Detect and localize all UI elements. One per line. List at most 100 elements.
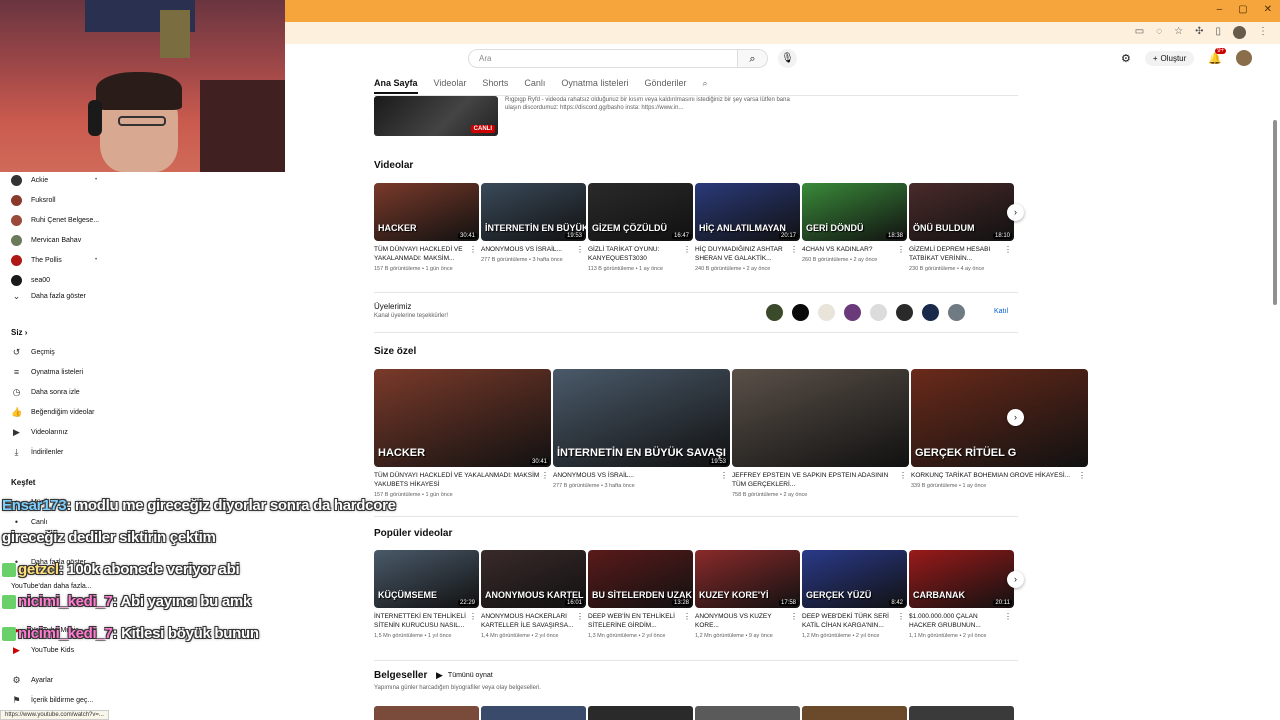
video-card[interactable]: BU SİTELERDEN UZAK DURUN13:28 DEEP WEB'İN…	[588, 550, 693, 639]
video-thumbnail[interactable]: KÜÇÜMSEME 22:29	[374, 550, 479, 608]
video-title[interactable]: TÜM DÜNYAYI HACKLEDİ VE YAKALANMADI: MAK…	[374, 471, 551, 489]
more-options-icon[interactable]: ⋮	[720, 471, 728, 480]
more-options-icon[interactable]: ⋮	[541, 471, 549, 480]
create-button[interactable]: + Oluştur	[1144, 50, 1195, 66]
tab-2[interactable]: Videolar	[434, 78, 467, 94]
search-button[interactable]: ⌕	[738, 49, 768, 68]
video-thumbnail[interactable]: İNTERNETİN EN BÜYÜK 19:53	[481, 183, 586, 241]
avatar[interactable]	[1236, 50, 1252, 66]
video-thumbnail[interactable]: HACKER 30:41	[374, 369, 551, 467]
more-options-icon[interactable]: ⋮	[790, 612, 798, 621]
section-title-videos[interactable]: Videolar	[374, 160, 413, 171]
video-card[interactable]: HACKER 30:41 TÜM DÜNYAYI HACKLEDİ VE YAKAL…	[374, 183, 479, 272]
video-title[interactable]: ANONYMOUS VS İSRAİL...	[481, 245, 586, 254]
sidebar-item-your-videos[interactable]: ▶ Videolarınız	[11, 427, 68, 438]
section-title-popular[interactable]: Popüler videolar	[374, 528, 452, 539]
video-thumbnail[interactable]	[481, 706, 586, 720]
sidebar-item-channel[interactable]: sea00	[11, 275, 50, 286]
more-options-icon[interactable]: ⋮	[469, 245, 477, 254]
video-title[interactable]: TÜM DÜNYAYI HACKLEDİ VE YAKALANMADI: MAK…	[374, 245, 479, 263]
video-thumbnail[interactable]: İNTERNETİN EN BÜYÜK SAVAŞI 19:53	[553, 369, 730, 467]
sidepanel-icon[interactable]: ▯	[1215, 26, 1221, 39]
videos-next-button[interactable]: ›	[1007, 204, 1024, 221]
video-title[interactable]: JEFFREY EPSTEIN VE SAPKIN EPSTEIN ADASIN…	[732, 471, 909, 489]
more-options-icon[interactable]: ⋮	[899, 471, 907, 480]
sidebar-item-channel[interactable]: Fuksroll	[11, 195, 56, 206]
sidebar-section-you[interactable]: Siz ›	[11, 328, 27, 337]
video-card[interactable]: HACKER 30:41 TÜM DÜNYAYI HACKLEDİ VE YAKAL…	[374, 369, 551, 498]
video-thumbnail[interactable]: BU SİTELERDEN UZAK DURUN13:28	[588, 550, 693, 608]
more-options-icon[interactable]: ⋮	[897, 245, 905, 254]
video-card[interactable]: ÖNÜ BULDUM 18:10 GİZEMLİ DEPREM HESABI TAT…	[909, 183, 1014, 272]
more-options-icon[interactable]: ⋮	[683, 245, 691, 254]
video-thumbnail[interactable]: KUZEY KORE'Yİ 17:58	[695, 550, 800, 608]
minimize-icon[interactable]: –	[1217, 4, 1223, 15]
search-input[interactable]: Ara	[468, 49, 738, 68]
video-title[interactable]: GİZLİ TARİKAT OYUNU: KANYEQUEST3030	[588, 245, 693, 263]
video-thumbnail[interactable]	[695, 706, 800, 720]
video-card[interactable]: KÜÇÜMSEME 22:29 İNTERNETTEKİ EN TEHLİKELİ …	[374, 550, 479, 639]
more-options-icon[interactable]: ⋮	[790, 245, 798, 254]
more-options-icon[interactable]: ⋮	[683, 612, 691, 621]
tab-5[interactable]: Oynatma listeleri	[561, 78, 628, 94]
star-icon[interactable]: ☆	[1174, 26, 1183, 39]
more-options-icon[interactable]: ⋮	[1004, 245, 1012, 254]
sidebar-item-youtube-app[interactable]: ▶ YouTube Kids	[11, 645, 74, 656]
sidebar-item-settings[interactable]: ⚙ Ayarlar	[11, 675, 53, 686]
video-title[interactable]: KORKUNÇ TARİKAT BOHEMIAN GROVE HİKAYESİ.…	[911, 471, 1088, 480]
sidebar-show-more[interactable]: ⌄ Daha fazla göster	[11, 291, 86, 302]
more-options-icon[interactable]: ⋮	[576, 245, 584, 254]
video-thumbnail[interactable]: ÖNÜ BULDUM 18:10	[909, 183, 1014, 241]
section-title-documentaries[interactable]: Belgeseller	[374, 670, 427, 681]
sidebar-item-channel[interactable]: Ackie •	[11, 175, 97, 186]
sidebar-item-channel[interactable]: Ruhi Çenet Belgese...	[11, 215, 99, 226]
video-title[interactable]: GİZEMLİ DEPREM HESABI TATBİKAT VERİNİN..…	[909, 245, 1014, 263]
search-icon[interactable]: ⌕	[702, 78, 707, 94]
notifications-button[interactable]: 🔔 9+	[1208, 47, 1227, 65]
more-options-icon[interactable]: ⋮	[1004, 612, 1012, 621]
tab-4[interactable]: Canlı	[524, 78, 545, 94]
sidebar-item-report[interactable]: ⚑ İçerik bildirme geç...	[11, 695, 93, 706]
video-thumbnail[interactable]: ANONYMOUS KARTEL 16:01	[481, 550, 586, 608]
popular-next-button[interactable]: ›	[1007, 571, 1024, 588]
page-scrollbar[interactable]	[1273, 120, 1277, 305]
member-avatar[interactable]	[948, 304, 965, 321]
sidebar-item-playlist[interactable]: ≡ Oynatma listeleri	[11, 367, 83, 378]
video-thumbnail[interactable]: GERİ DÖNDÜ 18:38	[802, 183, 907, 241]
sidebar-item-channel[interactable]: The Pollis •	[11, 255, 97, 266]
gear-icon[interactable]: ⚙	[1121, 52, 1131, 65]
more-options-icon[interactable]: ⋮	[897, 612, 905, 621]
video-title[interactable]: DEEP WEB'İN EN TEHLİKELİ SİTELERİNE GİRD…	[588, 612, 693, 630]
member-avatar[interactable]	[844, 304, 861, 321]
video-thumbnail[interactable]	[588, 706, 693, 720]
for-you-next-button[interactable]: ›	[1007, 409, 1024, 426]
maximize-icon[interactable]: ▢	[1238, 4, 1247, 15]
member-avatar[interactable]	[922, 304, 939, 321]
video-title[interactable]: ANONYMOUS HACKERLARI KARTELLER İLE SAVAŞ…	[481, 612, 586, 630]
eye-off-icon[interactable]: ◌	[1156, 26, 1162, 39]
sidebar-item-explore[interactable]: • Canlı	[11, 517, 47, 528]
member-avatar[interactable]	[792, 304, 809, 321]
video-thumbnail[interactable]: GERÇEK RİTÜEL G	[911, 369, 1088, 467]
profile-icon[interactable]	[1233, 26, 1246, 39]
video-thumbnail[interactable]: GİZEM ÇÖZÜLDÜ 16:47	[588, 183, 693, 241]
member-avatar[interactable]	[818, 304, 835, 321]
video-thumbnail[interactable]: HACKER 30:41	[374, 183, 479, 241]
video-title[interactable]: DEEP WEB'DEKİ TÜRK SERİ KATİL CİHAN KARG…	[802, 612, 907, 630]
close-icon[interactable]: ✕	[1264, 4, 1272, 15]
sidebar-item-download[interactable]: ⤓ İndirilenler	[11, 447, 64, 458]
video-card[interactable]: GERİ DÖNDÜ 18:38 4CHAN VS KADINLAR? 260 B g…	[802, 183, 907, 272]
member-avatar[interactable]	[870, 304, 887, 321]
play-all-button[interactable]: ▶ Tümünü oynat	[436, 670, 493, 681]
tab-6[interactable]: Gönderiler	[644, 78, 686, 94]
video-card[interactable]: GERÇEK YÜZÜ 8:42 DEEP WEB'DEKİ TÜRK SERİ K…	[802, 550, 907, 639]
live-video-thumbnail[interactable]: CANLI	[374, 96, 498, 136]
video-title[interactable]: $1.000.000.000 ÇALAN HACKER GRUBUNUN...	[909, 612, 1014, 630]
join-button[interactable]: Katıl	[994, 308, 1008, 315]
menu-dots-icon[interactable]: ⋮	[1258, 26, 1268, 39]
video-thumbnail[interactable]	[909, 706, 1014, 720]
tab-1[interactable]: Ana Sayfa	[374, 78, 418, 94]
sidebar-item-history[interactable]: ↺ Geçmiş	[11, 347, 55, 358]
video-card[interactable]: ANONYMOUS KARTEL 16:01 ANONYMOUS HACKERLAR…	[481, 550, 586, 639]
video-thumbnail[interactable]	[374, 706, 479, 720]
